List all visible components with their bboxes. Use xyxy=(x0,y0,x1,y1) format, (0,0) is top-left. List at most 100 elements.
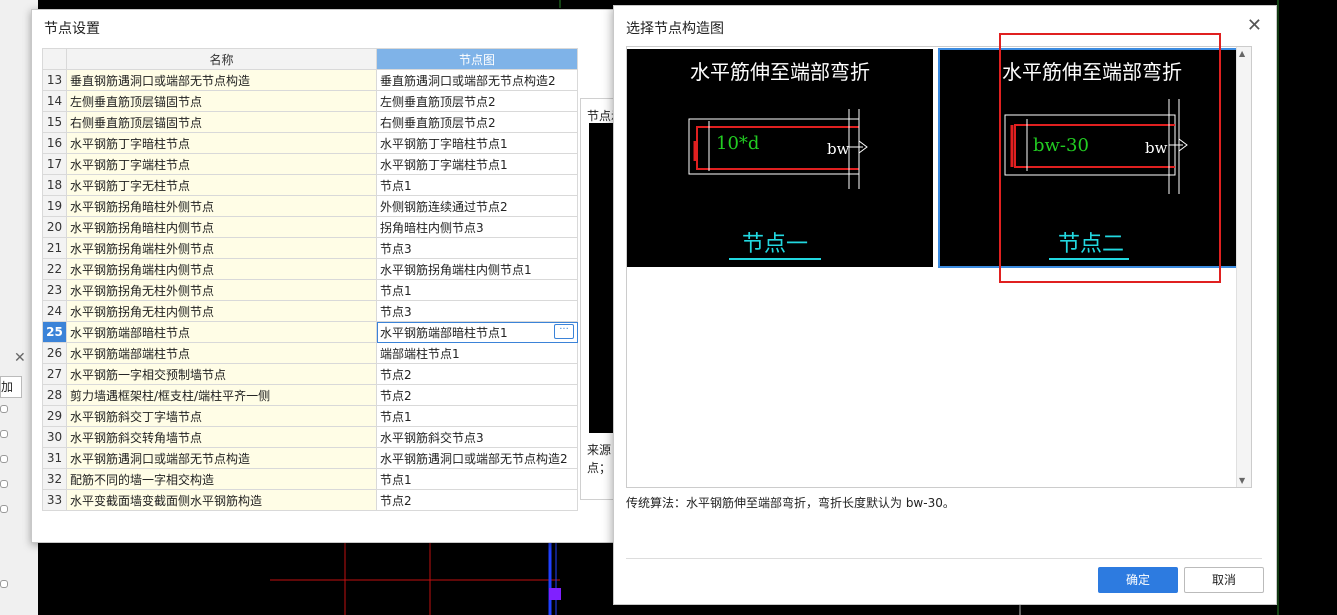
table-row[interactable]: 22 水平钢筋拐角端柱内侧节点 水平钢筋拐角端柱内侧节点1 xyxy=(42,258,578,280)
row-number[interactable]: 16 xyxy=(42,132,67,154)
table-row[interactable]: 19 水平钢筋拐角暗柱外侧节点 外侧钢筋连续通过节点2 xyxy=(42,195,578,217)
table-row[interactable]: 13 垂直钢筋遇洞口或端部无节点构造 垂直筋遇洞口或端部无节点构造2 xyxy=(42,69,578,91)
row-diagram-cell[interactable]: 水平钢筋丁字端柱节点1 xyxy=(376,153,578,175)
row-number[interactable]: 23 xyxy=(42,279,67,301)
ellipsis-button[interactable]: ··· xyxy=(554,324,574,339)
row-diagram-cell[interactable]: 左侧垂直筋顶层节点2 xyxy=(376,90,578,112)
row-diagram-cell[interactable]: 节点3 xyxy=(376,300,578,322)
table-row[interactable]: 25 水平钢筋端部暗柱节点 水平钢筋端部暗柱节点1 ··· xyxy=(42,321,578,343)
row-name-cell[interactable]: 水平钢筋遇洞口或端部无节点构造 xyxy=(66,447,377,469)
row-number[interactable]: 33 xyxy=(42,489,67,511)
row-name-cell[interactable]: 水平钢筋端部暗柱节点 xyxy=(66,321,377,343)
column-header-name[interactable]: 名称 xyxy=(66,48,377,70)
row-name-cell[interactable]: 水平钢筋一字相交预制墙节点 xyxy=(66,363,377,385)
table-row[interactable]: 21 水平钢筋拐角端柱外侧节点 节点3 xyxy=(42,237,578,259)
row-name-cell[interactable]: 剪力墙遇框架柱/框支柱/端柱平齐一侧 xyxy=(66,384,377,406)
row-number[interactable]: 13 xyxy=(42,69,67,91)
vertical-scrollbar[interactable]: ▲ ▼ xyxy=(1236,47,1251,487)
row-name-cell[interactable]: 配筋不同的墙一字相交构造 xyxy=(66,468,377,490)
row-name-cell[interactable]: 水平钢筋拐角无柱外侧节点 xyxy=(66,279,377,301)
radio-icon[interactable] xyxy=(0,405,8,413)
row-number[interactable]: 25 xyxy=(42,321,67,343)
add-button[interactable]: 加 xyxy=(0,376,22,398)
row-name-cell[interactable]: 水平钢筋拐角暗柱内侧节点 xyxy=(66,216,377,238)
row-number[interactable]: 18 xyxy=(42,174,67,196)
radio-icon[interactable] xyxy=(0,455,8,463)
row-name-cell[interactable]: 水平钢筋拐角端柱内侧节点 xyxy=(66,258,377,280)
column-header-diagram[interactable]: 节点图 xyxy=(376,48,578,70)
panel-close-icon[interactable]: ✕ xyxy=(14,350,26,366)
row-name-cell[interactable]: 水平钢筋丁字无柱节点 xyxy=(66,174,377,196)
radio-icon[interactable] xyxy=(0,505,8,513)
row-diagram-cell[interactable]: 水平钢筋斜交节点3 xyxy=(376,426,578,448)
row-diagram-cell[interactable]: 右侧垂直筋顶层节点2 xyxy=(376,111,578,133)
close-icon[interactable]: ✕ xyxy=(1247,15,1262,36)
row-name-cell[interactable]: 水平钢筋斜交丁字墙节点 xyxy=(66,405,377,427)
row-diagram-cell[interactable]: 水平钢筋端部暗柱节点1 ··· xyxy=(376,321,578,343)
row-diagram-cell[interactable]: 水平钢筋遇洞口或端部无节点构造2 xyxy=(376,447,578,469)
row-number[interactable]: 19 xyxy=(42,195,67,217)
row-diagram-cell[interactable]: 水平钢筋拐角端柱内侧节点1 xyxy=(376,258,578,280)
row-diagram-cell[interactable]: 外侧钢筋连续通过节点2 xyxy=(376,195,578,217)
row-number[interactable]: 24 xyxy=(42,300,67,322)
cancel-button[interactable]: 取消 xyxy=(1184,567,1264,593)
ok-button[interactable]: 确定 xyxy=(1098,567,1178,593)
row-diagram-cell[interactable]: 端部端柱节点1 xyxy=(376,342,578,364)
row-diagram-cell[interactable]: 节点1 xyxy=(376,279,578,301)
table-row[interactable]: 16 水平钢筋丁字暗柱节点 水平钢筋丁字暗柱节点1 xyxy=(42,132,578,154)
row-name-cell[interactable]: 水平钢筋端部端柱节点 xyxy=(66,342,377,364)
row-diagram-cell[interactable]: 节点1 xyxy=(376,174,578,196)
row-diagram-cell[interactable]: 垂直筋遇洞口或端部无节点构造2 xyxy=(376,69,578,91)
table-row[interactable]: 29 水平钢筋斜交丁字墙节点 节点1 xyxy=(42,405,578,427)
row-number[interactable]: 27 xyxy=(42,363,67,385)
row-number[interactable]: 29 xyxy=(42,405,67,427)
table-row[interactable]: 28 剪力墙遇框架柱/框支柱/端柱平齐一侧 节点2 xyxy=(42,384,578,406)
row-name-cell[interactable]: 水平变截面墙变截面侧水平钢筋构造 xyxy=(66,489,377,511)
row-number[interactable]: 17 xyxy=(42,153,67,175)
scroll-down-icon[interactable]: ▼ xyxy=(1239,476,1245,485)
table-row[interactable]: 33 水平变截面墙变截面侧水平钢筋构造 节点2 xyxy=(42,489,578,511)
table-row[interactable]: 15 右侧垂直筋顶层锚固节点 右侧垂直筋顶层节点2 xyxy=(42,111,578,133)
row-diagram-cell[interactable]: 节点2 xyxy=(376,384,578,406)
row-number[interactable]: 21 xyxy=(42,237,67,259)
row-number[interactable]: 28 xyxy=(42,384,67,406)
row-diagram-cell[interactable]: 节点1 xyxy=(376,405,578,427)
row-name-cell[interactable]: 左侧垂直筋顶层锚固节点 xyxy=(66,90,377,112)
radio-icon[interactable] xyxy=(0,580,8,588)
row-number[interactable]: 30 xyxy=(42,426,67,448)
radio-icon[interactable] xyxy=(0,430,8,438)
table-row[interactable]: 32 配筋不同的墙一字相交构造 节点1 xyxy=(42,468,578,490)
table-row[interactable]: 24 水平钢筋拐角无柱内侧节点 节点3 xyxy=(42,300,578,322)
diagram-card-node-1[interactable]: 水平筋伸至端部弯折 10*d bw 节点一 xyxy=(627,49,933,267)
table-row[interactable]: 17 水平钢筋丁字端柱节点 水平钢筋丁字端柱节点1 xyxy=(42,153,578,175)
radio-icon[interactable] xyxy=(0,480,8,488)
scroll-up-icon[interactable]: ▲ xyxy=(1239,49,1245,58)
table-row[interactable]: 31 水平钢筋遇洞口或端部无节点构造 水平钢筋遇洞口或端部无节点构造2 xyxy=(42,447,578,469)
row-diagram-cell[interactable]: 拐角暗柱内侧节点3 xyxy=(376,216,578,238)
table-row[interactable]: 26 水平钢筋端部端柱节点 端部端柱节点1 xyxy=(42,342,578,364)
table-row[interactable]: 30 水平钢筋斜交转角墙节点 水平钢筋斜交节点3 xyxy=(42,426,578,448)
row-name-cell[interactable]: 水平钢筋拐角无柱内侧节点 xyxy=(66,300,377,322)
row-name-cell[interactable]: 水平钢筋丁字暗柱节点 xyxy=(66,132,377,154)
table-row[interactable]: 20 水平钢筋拐角暗柱内侧节点 拐角暗柱内侧节点3 xyxy=(42,216,578,238)
row-name-cell[interactable]: 水平钢筋斜交转角墙节点 xyxy=(66,426,377,448)
row-number[interactable]: 14 xyxy=(42,90,67,112)
row-diagram-cell[interactable]: 节点2 xyxy=(376,489,578,511)
row-name-cell[interactable]: 水平钢筋拐角端柱外侧节点 xyxy=(66,237,377,259)
row-diagram-cell[interactable]: 节点2 xyxy=(376,363,578,385)
row-name-cell[interactable]: 水平钢筋拐角暗柱外侧节点 xyxy=(66,195,377,217)
row-number[interactable]: 26 xyxy=(42,342,67,364)
table-row[interactable]: 27 水平钢筋一字相交预制墙节点 节点2 xyxy=(42,363,578,385)
row-number[interactable]: 31 xyxy=(42,447,67,469)
row-diagram-cell[interactable]: 节点3 xyxy=(376,237,578,259)
row-name-cell[interactable]: 右侧垂直筋顶层锚固节点 xyxy=(66,111,377,133)
row-number[interactable]: 22 xyxy=(42,258,67,280)
row-number[interactable]: 20 xyxy=(42,216,67,238)
row-number[interactable]: 32 xyxy=(42,468,67,490)
row-diagram-cell[interactable]: 水平钢筋丁字暗柱节点1 xyxy=(376,132,578,154)
table-row[interactable]: 18 水平钢筋丁字无柱节点 节点1 xyxy=(42,174,578,196)
row-diagram-cell[interactable]: 节点1 xyxy=(376,468,578,490)
table-row[interactable]: 23 水平钢筋拐角无柱外侧节点 节点1 xyxy=(42,279,578,301)
row-name-cell[interactable]: 水平钢筋丁字端柱节点 xyxy=(66,153,377,175)
row-name-cell[interactable]: 垂直钢筋遇洞口或端部无节点构造 xyxy=(66,69,377,91)
